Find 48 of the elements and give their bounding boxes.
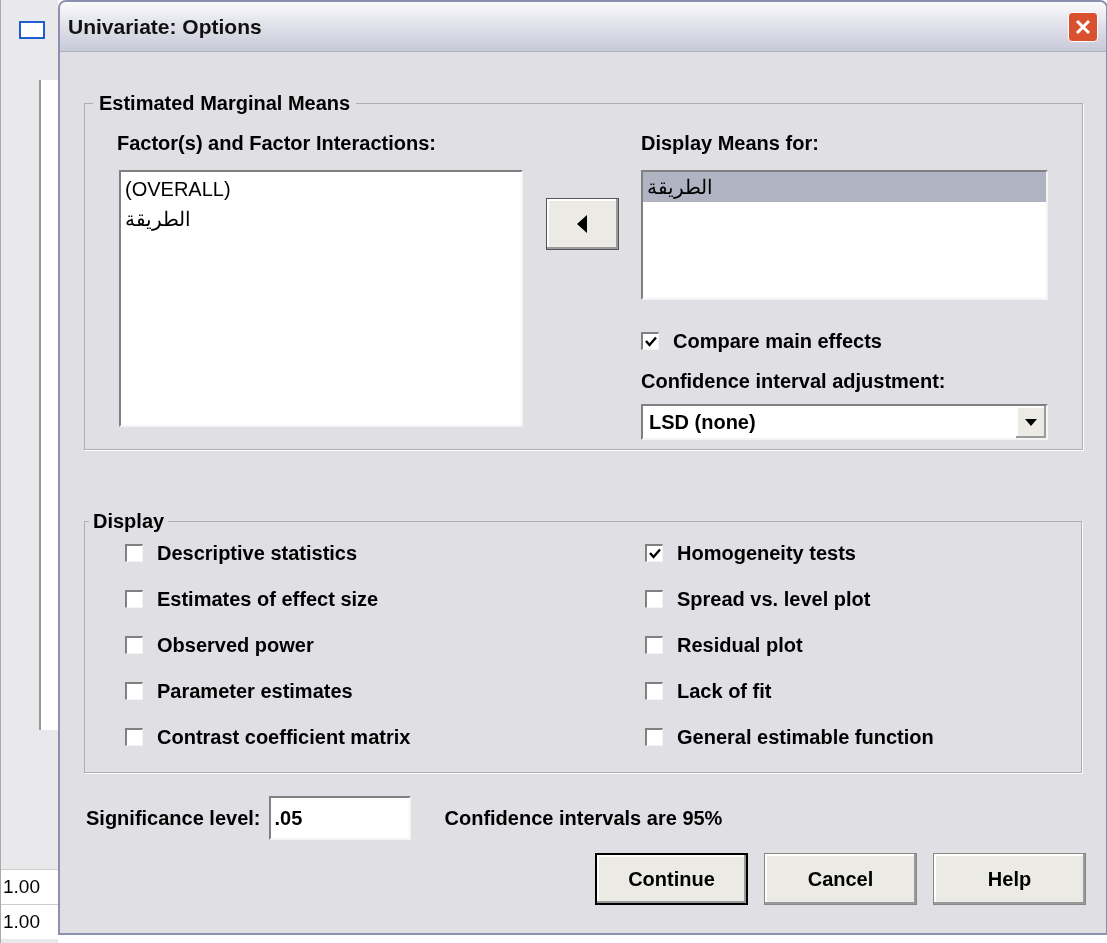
list-label: Factor(s) and Factor Interactions: [117,131,437,156]
checkbox-label: Parameter estimates [157,679,353,704]
checkbox-label: Observed power [157,633,314,658]
left-arrow-icon [577,215,587,233]
checkbox[interactable] [645,728,663,746]
window-icon [19,20,45,40]
list-label: Display Means for: [641,131,820,156]
checkbox[interactable] [645,682,663,700]
checkbox-label: Lack of fit [677,679,772,704]
list-item[interactable]: (OVERALL) [121,174,521,204]
dropdown-arrow-button[interactable] [1016,406,1046,438]
close-icon [1075,18,1091,35]
dialog-button[interactable]: Cancel [764,853,917,905]
significance-field[interactable]: .05 [268,796,411,840]
checkbox[interactable] [641,332,659,350]
dialog-button[interactable]: Continue [595,853,748,905]
checkbox-label: Contrast coefficient matrix [157,725,411,750]
table-cell: 1.00 [1,904,58,939]
dialog-button[interactable]: Help [933,853,1086,905]
checkbox-label: Compare main effects [673,329,882,354]
group-title: Estimated Marginal Means [98,91,352,116]
significance-label: Significance level: [86,806,261,831]
move-button[interactable] [545,198,619,250]
group-title: Display [92,509,166,534]
dropdown-label: Confidence interval adjustment: [641,369,947,394]
checkbox-label: General estimable function [677,725,934,750]
checkbox-label: Estimates of effect size [157,587,379,612]
dropdown-value: LSD (none) [648,410,756,435]
checkbox[interactable] [645,636,663,654]
checkbox[interactable] [125,636,143,654]
confidence-note: Confidence intervals are 95% [444,806,723,831]
caret-icon [1025,418,1037,426]
checkbox[interactable] [645,544,663,562]
checkbox[interactable] [645,590,663,608]
checkbox[interactable] [125,590,143,608]
checkbox-label: Homogeneity tests [677,541,856,566]
checkbox-label: Descriptive statistics [157,541,358,566]
window-title: Univariate: Options [68,13,262,40]
checkbox-label: Residual plot [677,633,803,658]
list-item[interactable]: الطريقة [643,172,1046,202]
list-item[interactable]: الطريقة [121,204,521,234]
close-button[interactable] [1068,11,1098,42]
checkbox[interactable] [125,682,143,700]
checkbox[interactable] [125,728,143,746]
checkbox[interactable] [125,544,143,562]
adjustment-dropdown[interactable]: LSD (none) [641,404,1048,440]
table-cell: 1.00 [1,869,58,904]
checkbox-label: Spread vs. level plot [677,587,871,612]
